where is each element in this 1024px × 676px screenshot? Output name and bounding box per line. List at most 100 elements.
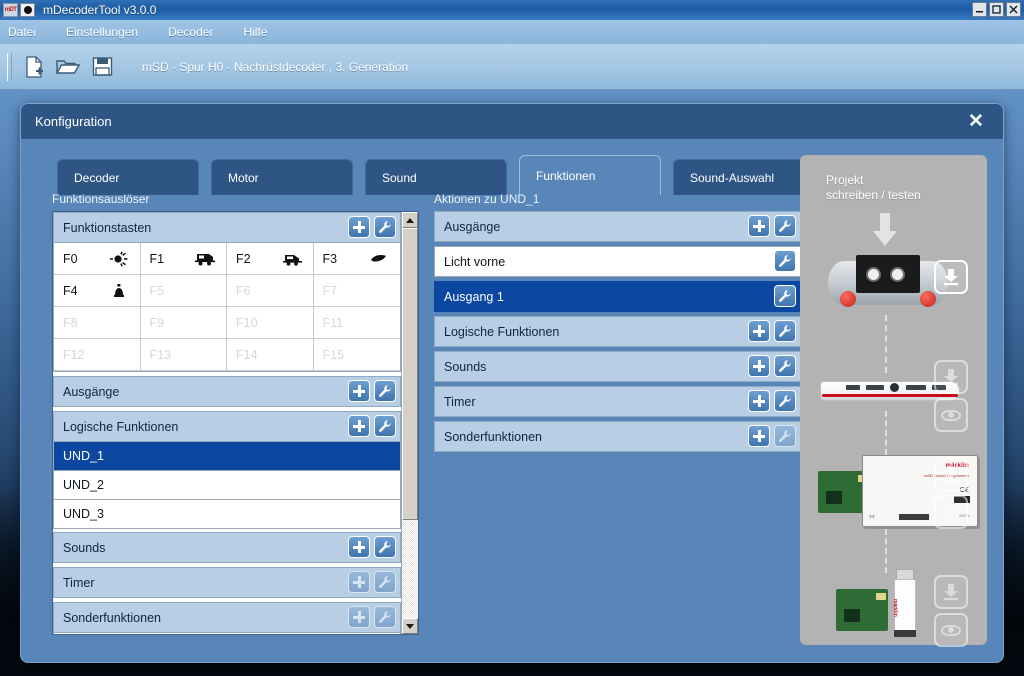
- function-key-f1[interactable]: F1: [141, 243, 228, 275]
- add-button[interactable]: [748, 320, 770, 342]
- read-ice-train-button[interactable]: [934, 398, 968, 432]
- edit-button[interactable]: [374, 571, 396, 593]
- projekt-title-line1: Projekt: [826, 173, 921, 188]
- action-group-sonderfunktionen[interactable]: Sonderfunktionen: [434, 421, 801, 452]
- function-key-label: F8: [63, 316, 78, 330]
- edit-button[interactable]: [774, 355, 796, 377]
- dialog-close-icon[interactable]: ✕: [965, 111, 987, 133]
- edit-button[interactable]: [774, 215, 796, 237]
- tab-sound-auswahl[interactable]: Sound-Auswahl: [673, 159, 815, 195]
- new-document-icon[interactable]: [20, 53, 48, 81]
- edit-button[interactable]: [774, 425, 796, 447]
- plus-icon: [353, 420, 365, 432]
- tab-decoder[interactable]: Decoder: [57, 159, 199, 195]
- connector-1: [885, 315, 887, 373]
- action-group-ausgaenge[interactable]: Ausgänge: [434, 211, 801, 242]
- maximize-button[interactable]: [989, 2, 1004, 17]
- edit-button[interactable]: [774, 320, 796, 342]
- function-key-f12[interactable]: F12: [54, 339, 141, 371]
- read-usb-stick-button[interactable]: [934, 613, 968, 647]
- left-list-scrollbar[interactable]: [401, 212, 418, 634]
- action-group-timer[interactable]: Timer: [434, 386, 801, 417]
- tab-funktionen[interactable]: Funktionen: [519, 155, 661, 195]
- function-key-f6[interactable]: F6: [227, 275, 314, 307]
- edit-button[interactable]: [374, 380, 396, 402]
- function-key-f5[interactable]: F5: [141, 275, 228, 307]
- edit-button[interactable]: [774, 285, 796, 307]
- function-key-f11[interactable]: F11: [314, 307, 401, 339]
- close-button[interactable]: [1006, 2, 1021, 17]
- add-button[interactable]: [748, 390, 770, 412]
- group-label: Sonderfunktionen: [435, 430, 542, 444]
- edit-button[interactable]: [374, 536, 396, 558]
- group-funktionstasten[interactable]: Funktionstasten: [53, 212, 401, 243]
- add-button[interactable]: [748, 355, 770, 377]
- wrench-icon: [778, 394, 792, 408]
- function-key-f0[interactable]: F0: [54, 243, 141, 275]
- edit-button[interactable]: [774, 250, 796, 272]
- group-ausgaenge[interactable]: Ausgänge: [53, 376, 401, 407]
- function-key-f15[interactable]: F15: [314, 339, 401, 371]
- list-item-und3[interactable]: UND_3: [53, 500, 401, 529]
- list-item-und1[interactable]: UND_1: [53, 442, 401, 471]
- tab-sound[interactable]: Sound: [365, 159, 507, 195]
- write-ice-train-button[interactable]: [934, 360, 968, 394]
- action-item-ausgang-1[interactable]: Ausgang 1: [434, 281, 801, 312]
- write-usb-stick-button[interactable]: [934, 575, 968, 609]
- list-item-und2[interactable]: UND_2: [53, 471, 401, 500]
- add-button[interactable]: [348, 216, 370, 238]
- function-key-f8[interactable]: F8: [54, 307, 141, 339]
- scroll-down-button[interactable]: [402, 618, 418, 634]
- scrollbar-track[interactable]: [402, 228, 418, 618]
- menu-datei[interactable]: Datei: [8, 25, 36, 39]
- add-button[interactable]: [348, 571, 370, 593]
- add-button[interactable]: [748, 215, 770, 237]
- write-programmer-button[interactable]: [934, 457, 968, 491]
- save-disk-icon[interactable]: [88, 53, 116, 81]
- wrench-icon: [778, 324, 792, 338]
- add-button[interactable]: [748, 425, 770, 447]
- function-key-f10[interactable]: F10: [227, 307, 314, 339]
- funktionsausloeser-list: Funktionstasten F0: [52, 211, 419, 635]
- add-button[interactable]: [348, 536, 370, 558]
- scroll-up-button[interactable]: [402, 212, 418, 228]
- function-key-f4[interactable]: F4: [54, 275, 141, 307]
- function-key-f7[interactable]: F7: [314, 275, 401, 307]
- add-button[interactable]: [348, 606, 370, 628]
- function-key-f13[interactable]: F13: [141, 339, 228, 371]
- action-group-sounds[interactable]: Sounds: [434, 351, 801, 382]
- edit-button[interactable]: [374, 606, 396, 628]
- edit-button[interactable]: [374, 216, 396, 238]
- group-timer[interactable]: Timer: [53, 567, 401, 598]
- function-key-f3[interactable]: F3: [314, 243, 401, 275]
- function-key-label: F1: [150, 252, 165, 266]
- menu-einstellungen[interactable]: Einstellungen: [66, 25, 138, 39]
- toolbar-grip[interactable]: [7, 53, 12, 81]
- function-key-f14[interactable]: F14: [227, 339, 314, 371]
- scrollbar-thumb[interactable]: [402, 228, 418, 520]
- list-item-label: UND_1: [54, 449, 104, 463]
- menu-decoder[interactable]: Decoder: [168, 25, 213, 39]
- wrench-icon: [378, 220, 392, 234]
- action-item-licht-vorne[interactable]: Licht vorne: [434, 246, 801, 277]
- open-folder-icon[interactable]: [54, 53, 82, 81]
- group-logische-funktionen[interactable]: Logische Funktionen: [53, 411, 401, 442]
- action-group-logische-funktionen[interactable]: Logische Funktionen: [434, 316, 801, 347]
- tab-motor[interactable]: Motor: [211, 159, 353, 195]
- function-key-f9[interactable]: F9: [141, 307, 228, 339]
- group-sounds[interactable]: Sounds: [53, 532, 401, 563]
- menu-hilfe[interactable]: Hilfe: [243, 25, 267, 39]
- group-sonderfunktionen[interactable]: Sonderfunktionen: [53, 602, 401, 633]
- decoder-type-label: mSD - Spur H0 - Nachrüstdecoder , 3. Gen…: [142, 60, 408, 74]
- edit-button[interactable]: [374, 415, 396, 437]
- write-central-station-button[interactable]: [934, 260, 968, 294]
- add-button[interactable]: [348, 415, 370, 437]
- list-item-immer[interactable]: IMMER: [53, 633, 401, 634]
- add-button[interactable]: [348, 380, 370, 402]
- edit-button[interactable]: [774, 390, 796, 412]
- minimize-button[interactable]: [972, 2, 987, 17]
- function-key-f2[interactable]: F2: [227, 243, 314, 275]
- group-label: Sonderfunktionen: [54, 611, 161, 625]
- read-programmer-button[interactable]: [934, 495, 968, 529]
- group-label: Funktionstasten: [54, 221, 151, 235]
